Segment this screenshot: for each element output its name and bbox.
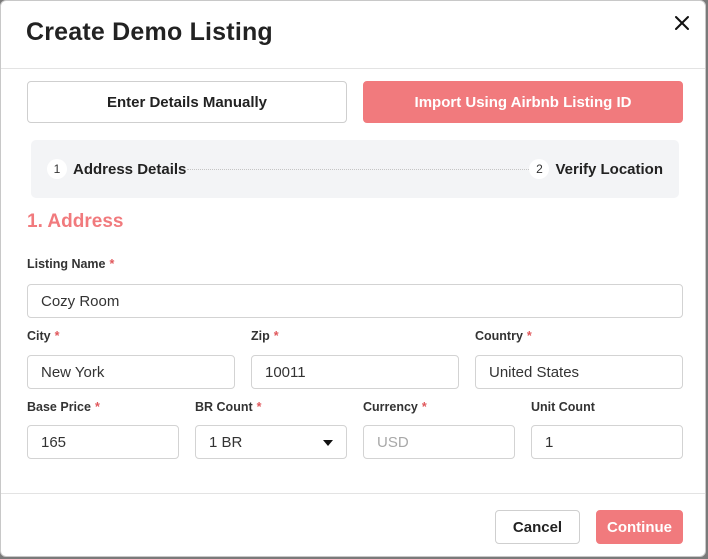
create-demo-listing-dialog: Create Demo Listing Enter Details Manual… xyxy=(0,0,706,557)
step-label: Address Details xyxy=(73,160,187,178)
required-marker: * xyxy=(526,329,532,343)
currency-label: Currency * xyxy=(363,400,427,414)
label-text: Country xyxy=(475,329,523,343)
required-marker: * xyxy=(273,329,279,343)
label-text: Base Price xyxy=(27,400,91,414)
stepper-connector xyxy=(187,169,529,170)
label-text: BR Count xyxy=(195,400,253,414)
dialog-footer-divider xyxy=(1,493,705,494)
base-price-input[interactable]: 165 xyxy=(27,425,179,459)
br-count-select[interactable]: 1 BR xyxy=(195,425,347,459)
listing-name-label: Listing Name * xyxy=(27,257,114,271)
country-input[interactable]: United States xyxy=(475,355,683,389)
section-title: 1. Address xyxy=(27,211,124,232)
listing-name-input[interactable]: Cozy Room xyxy=(27,284,683,318)
step-verify-location[interactable]: 2 Verify Location xyxy=(529,140,663,198)
import-airbnb-listing-button[interactable]: Import Using Airbnb Listing ID xyxy=(363,81,683,123)
zip-input[interactable]: 10011 xyxy=(251,355,459,389)
country-label: Country * xyxy=(475,329,532,343)
required-marker: * xyxy=(421,400,427,414)
city-label: City * xyxy=(27,329,60,343)
dialog-header: Create Demo Listing xyxy=(1,1,705,69)
caret-down-icon xyxy=(323,440,333,446)
currency-input: USD xyxy=(363,425,515,459)
br-count-label: BR Count * xyxy=(195,400,262,414)
step-address-details[interactable]: 1 Address Details xyxy=(47,140,186,198)
required-marker: * xyxy=(256,400,262,414)
required-marker: * xyxy=(109,257,115,271)
label-text: Currency xyxy=(363,400,418,414)
enter-details-manually-button[interactable]: Enter Details Manually xyxy=(27,81,347,123)
label-text: Zip xyxy=(251,329,270,343)
close-icon[interactable] xyxy=(671,12,693,34)
step-label: Verify Location xyxy=(555,160,663,178)
base-price-label: Base Price * xyxy=(27,400,100,414)
step-number: 2 xyxy=(529,159,550,179)
city-input[interactable]: New York xyxy=(27,355,235,389)
label-text: City xyxy=(27,329,51,343)
unit-count-input[interactable]: 1 xyxy=(531,425,683,459)
br-count-value: 1 BR xyxy=(209,433,243,451)
required-marker: * xyxy=(54,329,60,343)
cancel-button[interactable]: Cancel xyxy=(495,510,580,544)
continue-button[interactable]: Continue xyxy=(596,510,683,544)
required-marker: * xyxy=(94,400,100,414)
stepper: 1 Address Details 2 Verify Location xyxy=(31,140,679,198)
zip-label: Zip * xyxy=(251,329,279,343)
step-number: 1 xyxy=(47,159,67,179)
dialog-title: Create Demo Listing xyxy=(26,18,273,46)
label-text: Listing Name xyxy=(27,257,106,271)
unit-count-label: Unit Count xyxy=(531,400,595,414)
